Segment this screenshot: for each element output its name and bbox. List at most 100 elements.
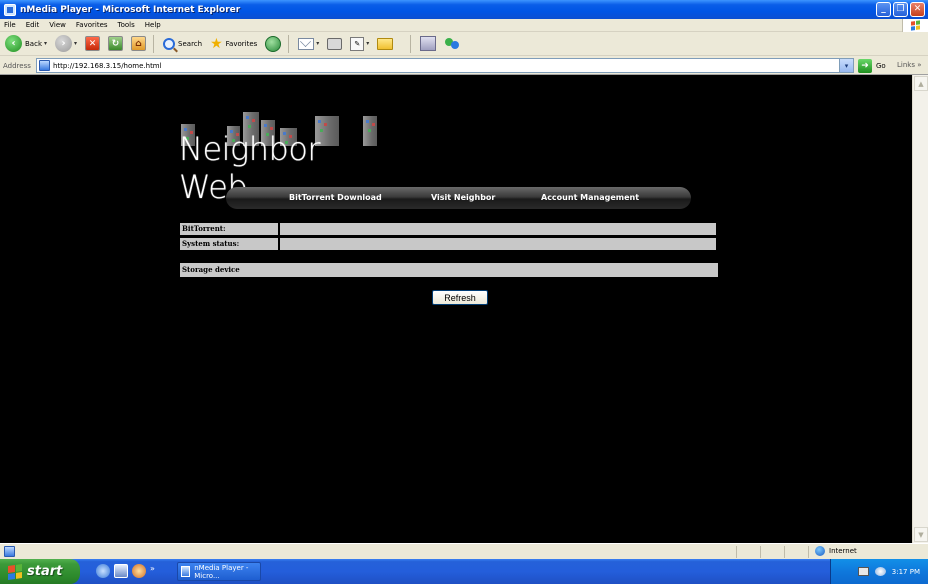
go-label: Go	[876, 62, 886, 70]
scroll-down-icon[interactable]: ▼	[914, 527, 928, 542]
refresh-button[interactable]: Refresh	[432, 290, 488, 305]
edit-icon: ✎	[350, 36, 365, 51]
back-label: Back	[25, 39, 42, 48]
research-icon	[420, 36, 437, 51]
address-label: Address	[3, 61, 31, 70]
quicklaunch-overflow-icon[interactable]: »	[150, 564, 155, 573]
title-bar[interactable]: nMedia Player - Microsoft Internet Explo…	[0, 0, 928, 19]
home-button[interactable]: ⌂	[128, 34, 149, 54]
address-input[interactable]: http://192.168.3.15/home.html ▾	[36, 58, 854, 73]
zone-label: Internet	[829, 547, 857, 555]
folder-button[interactable]	[374, 34, 396, 54]
toolbar-separator	[288, 34, 290, 53]
stop-icon: ✕	[85, 36, 101, 51]
status-divider	[736, 546, 737, 558]
minimize-button[interactable]: _	[876, 2, 891, 17]
start-button[interactable]: start	[0, 559, 80, 584]
menu-help[interactable]: Help	[140, 21, 166, 29]
back-arrow-icon: ‹	[5, 35, 22, 52]
status-divider	[808, 546, 809, 558]
back-button[interactable]: ‹ Back ▾	[2, 34, 50, 54]
favorites-button[interactable]: ★ Favorites	[207, 34, 260, 54]
windows-flag-icon	[8, 563, 22, 580]
favorites-label: Favorites	[225, 39, 258, 48]
research-button[interactable]	[417, 34, 439, 54]
toolbar-separator	[153, 34, 155, 53]
address-url: http://192.168.3.15/home.html	[53, 61, 162, 70]
vertical-scrollbar[interactable]: ▲ ▼	[912, 75, 928, 543]
internet-globe-icon	[815, 546, 825, 556]
volume-tray-icon[interactable]	[874, 567, 886, 576]
quicklaunch-browser-icon[interactable]	[132, 564, 146, 578]
nav-bittorrent-download[interactable]: BitTorrent Download	[289, 193, 382, 202]
system-status-value	[280, 238, 716, 250]
windows-logo-icon	[902, 19, 928, 32]
system-tray: 3:17 PM	[830, 559, 928, 584]
system-status-label: System status:	[180, 238, 278, 250]
go-button[interactable]: ➜ Go	[858, 59, 886, 73]
links-label: Links	[897, 61, 915, 69]
maximize-button[interactable]: ❐	[893, 2, 908, 17]
address-dropdown-icon[interactable]: ▾	[839, 59, 853, 72]
mail-button[interactable]: ▾	[295, 34, 322, 54]
status-divider	[760, 546, 761, 558]
system-status-row: System status:	[180, 238, 716, 250]
status-bar: Internet	[0, 543, 928, 559]
nav-account-management[interactable]: Account Management	[541, 193, 639, 202]
mail-dropdown-icon[interactable]: ▾	[316, 40, 319, 47]
menu-file[interactable]: File	[0, 21, 21, 29]
menu-favorites[interactable]: Favorites	[71, 21, 113, 29]
security-zone: Internet	[815, 546, 857, 556]
keyboard-tray-icon[interactable]	[857, 567, 869, 576]
print-icon	[327, 37, 343, 50]
links-button[interactable]: Links »	[897, 61, 922, 69]
back-dropdown-icon[interactable]: ▾	[44, 40, 47, 47]
quicklaunch-desktop-icon[interactable]	[114, 564, 128, 578]
quicklaunch-ie-icon[interactable]	[96, 564, 110, 578]
page-content	[0, 75, 928, 543]
media-button[interactable]	[262, 34, 284, 54]
stop-button[interactable]: ✕	[82, 34, 103, 54]
page-icon	[39, 60, 50, 71]
favorites-star-icon: ★	[210, 35, 223, 52]
window-controls: _ ❐ ✕	[876, 2, 925, 17]
go-arrow-icon: ➜	[858, 59, 872, 73]
forward-arrow-icon: ›	[55, 35, 73, 52]
refresh-icon: ↻	[108, 36, 124, 51]
neighbor-web-logo: Neighbor Web	[175, 90, 377, 206]
search-label: Search	[178, 39, 203, 48]
edit-button[interactable]: ✎ ▾	[347, 34, 372, 54]
messenger-icon	[444, 36, 460, 51]
clock: 3:17 PM	[891, 567, 920, 576]
search-button[interactable]: Search	[160, 34, 205, 54]
nav-visit-neighbor[interactable]: Visit Neighbor	[431, 193, 495, 202]
ie-app-icon	[4, 3, 16, 16]
status-divider	[784, 546, 785, 558]
print-button[interactable]	[324, 34, 345, 54]
task-ie-icon	[181, 566, 191, 577]
media-icon	[265, 35, 282, 52]
bittorrent-label: BitTorrent:	[180, 223, 278, 235]
forward-dropdown-icon[interactable]: ▾	[74, 40, 77, 47]
home-icon: ⌂	[131, 36, 147, 51]
menu-edit[interactable]: Edit	[21, 21, 45, 29]
refresh-toolbar-button[interactable]: ↻	[105, 34, 126, 54]
bittorrent-value	[280, 223, 716, 235]
menu-view[interactable]: View	[44, 21, 71, 29]
menu-tools[interactable]: Tools	[113, 21, 140, 29]
address-bar: Address http://192.168.3.15/home.html ▾ …	[0, 57, 928, 75]
forward-button[interactable]: › ▾	[52, 34, 80, 54]
edit-dropdown-icon[interactable]: ▾	[366, 40, 369, 47]
taskbar-window-button[interactable]: nMedia Player - Micro...	[177, 562, 261, 581]
menu-bar: File Edit View Favorites Tools Help	[0, 19, 928, 32]
start-label: start	[27, 564, 63, 579]
scroll-up-icon[interactable]: ▲	[914, 76, 928, 91]
taskbar: start » nMedia Player - Micro... 3:17 PM	[0, 559, 928, 584]
mail-icon	[298, 37, 315, 50]
storage-device-row: Storage device	[180, 263, 718, 277]
messenger-button[interactable]	[441, 34, 463, 54]
close-button[interactable]: ✕	[910, 2, 925, 17]
standard-toolbar: ‹ Back ▾ › ▾ ✕ ↻ ⌂ Search ★ Favorites ▾ …	[0, 32, 928, 56]
window-title: nMedia Player - Microsoft Internet Explo…	[20, 4, 241, 15]
bittorrent-status-row: BitTorrent:	[180, 223, 716, 235]
